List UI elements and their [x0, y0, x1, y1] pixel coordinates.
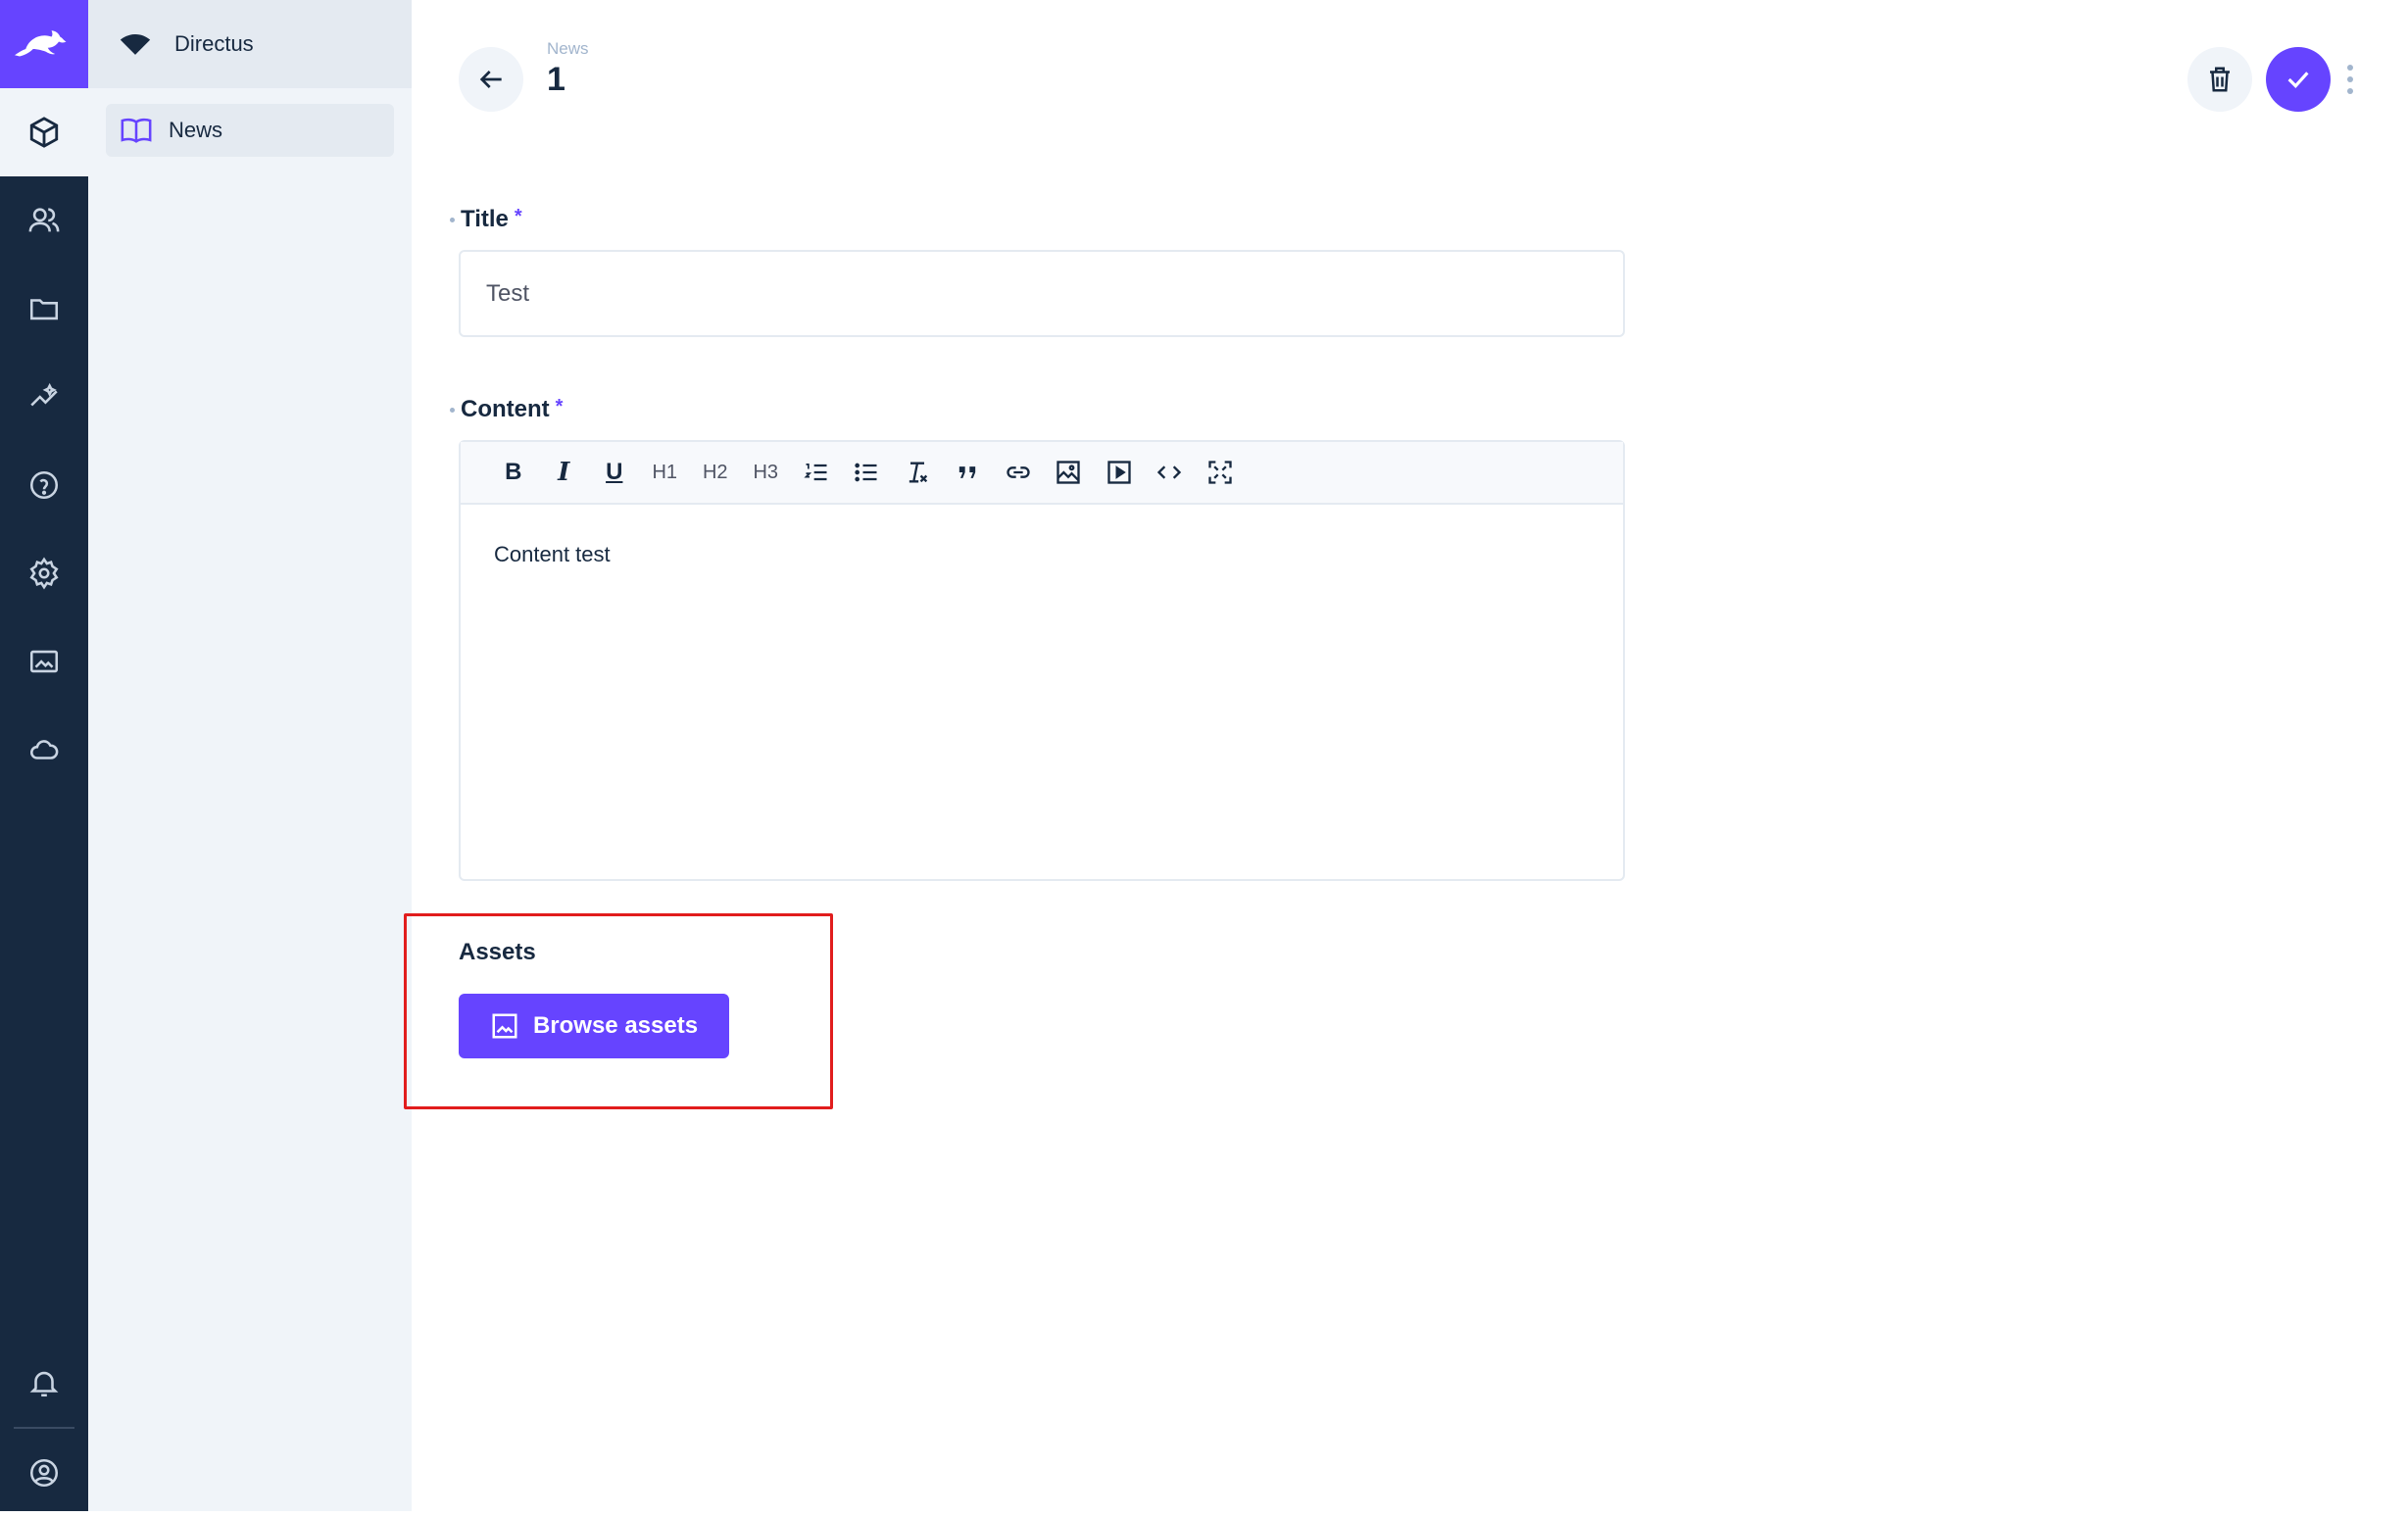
h1-button[interactable]: H1: [640, 453, 691, 492]
book-icon: [121, 118, 152, 143]
editor-toolbar: B I U H1 H2 H3: [461, 442, 1623, 505]
folder-icon: [29, 299, 59, 320]
trash-icon: [2210, 67, 2230, 92]
more-options-button[interactable]: [2342, 59, 2358, 100]
blockquote-icon: [959, 466, 976, 478]
module-settings[interactable]: [0, 529, 88, 617]
rabbit-logo-icon: [15, 30, 67, 57]
editor-content[interactable]: Content test: [461, 505, 1623, 605]
module-files[interactable]: [0, 265, 88, 353]
bullet-list-icon: [855, 463, 877, 482]
user-account-button[interactable]: [0, 1429, 88, 1517]
fullscreen-button[interactable]: [1195, 453, 1246, 492]
module-content[interactable]: [0, 88, 88, 176]
page-title: 1: [547, 61, 565, 98]
module-users[interactable]: [0, 176, 88, 265]
breadcrumb[interactable]: News: [547, 39, 589, 59]
content-field-label: Content *: [450, 396, 564, 423]
image-icon: [1057, 461, 1080, 484]
bold-button[interactable]: B: [488, 453, 539, 492]
wifi-logo-icon: [120, 33, 151, 55]
link-icon: [1007, 466, 1030, 478]
project-name: Directus: [174, 31, 254, 56]
underline-button[interactable]: U: [589, 453, 640, 492]
blockquote-button[interactable]: [943, 453, 994, 492]
highlight-annotation: [404, 913, 833, 1109]
wysiwyg-editor: B I U H1 H2 H3 Content test: [459, 440, 1625, 881]
bell-icon: [29, 1371, 59, 1397]
media-button[interactable]: [1094, 453, 1145, 492]
bullet-list-button[interactable]: [842, 453, 893, 492]
required-marker: *: [555, 396, 564, 417]
storefront-icon: [29, 650, 59, 673]
module-bar: [0, 0, 88, 1511]
ordered-list-button[interactable]: [791, 453, 842, 492]
title-field-label: Title *: [450, 206, 522, 233]
ordered-list-icon: [804, 463, 827, 481]
back-button[interactable]: [459, 47, 523, 112]
clear-format-button[interactable]: [892, 453, 943, 492]
code-icon: [1157, 465, 1182, 479]
fullscreen-icon: [1208, 461, 1232, 484]
clear-format-icon: [909, 462, 927, 483]
arrow-left-icon: [479, 71, 502, 88]
image-button[interactable]: [1044, 453, 1095, 492]
media-icon: [1107, 461, 1131, 484]
h2-button[interactable]: H2: [690, 453, 741, 492]
delete-button[interactable]: [2187, 47, 2252, 112]
module-insights[interactable]: [0, 353, 88, 441]
title-input[interactable]: Test: [459, 250, 1625, 337]
users-icon: [28, 208, 60, 232]
help-icon: [29, 470, 59, 500]
h3-button[interactable]: H3: [741, 453, 792, 492]
directus-logo[interactable]: [0, 0, 88, 88]
module-marketplace[interactable]: [0, 617, 88, 706]
nav-item-news[interactable]: News: [106, 104, 394, 157]
nav-item-label: News: [169, 118, 223, 142]
cloud-icon: [30, 740, 59, 759]
user-account-icon: [29, 1458, 59, 1488]
navigation-pane: Directus News: [88, 0, 412, 1511]
italic-button[interactable]: I: [539, 453, 590, 492]
notifications-button[interactable]: [0, 1339, 88, 1427]
insights-icon: [30, 382, 58, 407]
project-header[interactable]: Directus: [88, 0, 412, 88]
check-icon: [2287, 72, 2309, 88]
link-button[interactable]: [993, 453, 1044, 492]
more-vertical-icon: [2347, 65, 2353, 71]
module-cloud[interactable]: [0, 706, 88, 794]
gear-icon: [29, 557, 59, 590]
required-marker: *: [514, 206, 522, 227]
cube-icon: [29, 117, 59, 148]
page-header: News 1: [412, 0, 2408, 147]
module-docs[interactable]: [0, 441, 88, 529]
save-button[interactable]: [2266, 47, 2331, 112]
code-button[interactable]: [1145, 453, 1196, 492]
